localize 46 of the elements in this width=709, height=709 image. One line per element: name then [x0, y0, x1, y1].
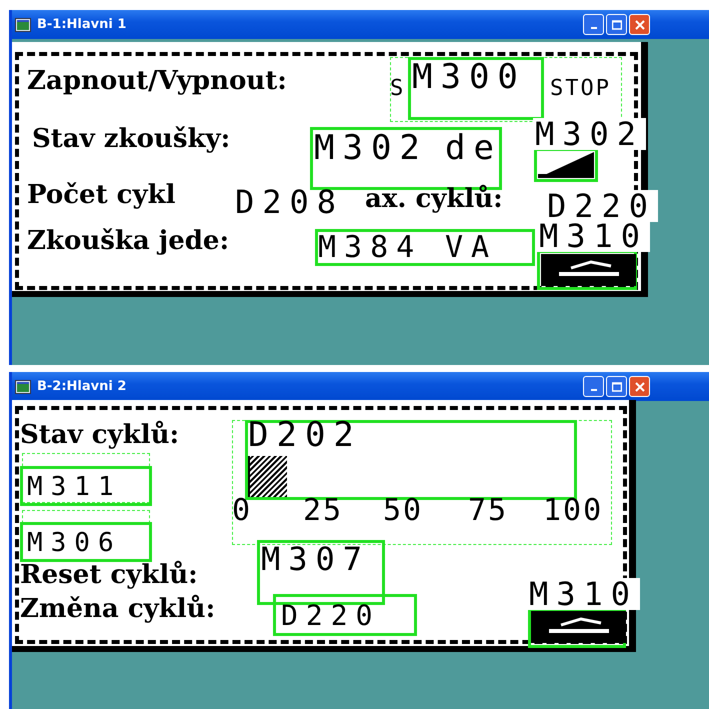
- tag-text: STOP: [550, 78, 611, 100]
- minimize-button[interactable]: [583, 14, 604, 35]
- minimize-button[interactable]: [583, 376, 604, 397]
- field-label: Stav cyklů:: [20, 420, 180, 452]
- maximize-icon: [612, 382, 622, 392]
- minimize-icon: [590, 26, 596, 28]
- axis-tick-label: 25: [303, 496, 344, 526]
- triangle-indicator-icon: [536, 150, 596, 180]
- close-icon: [634, 20, 644, 30]
- field-label: Změna cyklů:: [20, 594, 216, 626]
- tag-text: D202: [248, 418, 362, 452]
- tag-text: M307: [261, 543, 370, 575]
- field-label: Zkouška jede:: [27, 226, 230, 258]
- tag-text: M302: [533, 118, 646, 150]
- maximize-icon: [612, 20, 622, 30]
- tag-text: D220: [281, 602, 380, 630]
- tag-text: M311: [27, 474, 122, 500]
- maximize-button[interactable]: [606, 14, 627, 35]
- window-icon: [15, 18, 31, 32]
- field-label: Stav zkoušky:: [32, 124, 230, 156]
- field-label: Zapnout/Vypnout:: [27, 66, 287, 98]
- axis-tick-label: 100: [543, 496, 604, 526]
- tag-text: S: [390, 78, 406, 100]
- window-title: B-1:Hlavni 1: [37, 17, 128, 32]
- window-title: B-2:Hlavni 2: [37, 379, 128, 394]
- tag-text: de: [445, 131, 502, 165]
- close-button[interactable]: [629, 376, 650, 397]
- axis-tick-label: 50: [383, 496, 424, 526]
- close-icon: [634, 382, 644, 392]
- axis-tick-label: 0: [232, 496, 252, 526]
- tag-text: VA: [445, 233, 498, 263]
- tag-text: M384: [318, 233, 422, 263]
- tag-text: M310: [527, 578, 640, 610]
- close-button[interactable]: [629, 14, 650, 35]
- field-label: Reset cyklů:: [20, 560, 198, 592]
- tag-text: D208: [235, 186, 344, 218]
- axis-tick-label: 75: [468, 496, 508, 526]
- maximize-button[interactable]: [606, 376, 627, 397]
- tag-text: M302: [314, 131, 428, 165]
- tag-text: M306: [27, 530, 122, 556]
- field-label: ax. cyklů:: [365, 184, 503, 216]
- tag-text: M300: [412, 60, 526, 94]
- tag-text: M310: [537, 220, 650, 252]
- window-icon: [15, 380, 31, 394]
- field-label: Počet cykl: [27, 180, 176, 212]
- minimize-icon: [590, 388, 596, 390]
